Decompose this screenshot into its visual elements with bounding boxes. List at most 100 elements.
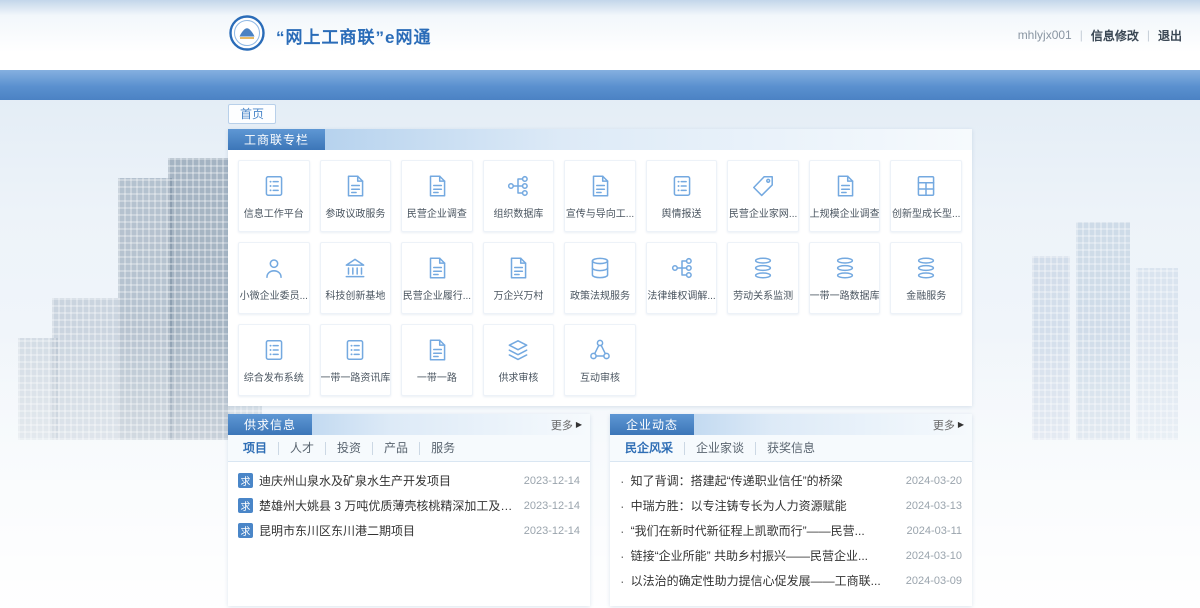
special-item[interactable]: 舆情报送 [646, 160, 718, 232]
supply-item[interactable]: 求昆明市东川区东川港二期项目2023-12-14 [238, 518, 580, 543]
bank-icon [342, 255, 368, 282]
special-item-label: 上规模企业调查 [810, 205, 880, 220]
org-nodes-icon [669, 255, 695, 282]
header-spacer [694, 414, 925, 435]
special-item[interactable]: 组织数据库 [483, 160, 555, 232]
supply-panel-header: 供求信息 更多 ▶ [228, 414, 590, 435]
doc-lines-icon [424, 255, 450, 282]
brand: “网上工商联”e网通 [228, 14, 431, 57]
logout-link[interactable]: 退出 [1158, 27, 1182, 44]
supply-panel-title: 供求信息 [228, 414, 312, 435]
separator: | [1080, 28, 1083, 42]
site-title: “网上工商联”e网通 [276, 23, 431, 48]
layers-icon [505, 337, 531, 364]
special-item[interactable]: 劳动关系监测 [727, 242, 799, 314]
special-item[interactable]: 政策法规服务 [564, 242, 636, 314]
user-area: mhlyjx001 | 信息修改 | 退出 [1018, 27, 1182, 44]
supply-more-link[interactable]: 更多 ▶ [543, 414, 590, 435]
special-item-label: 组织数据库 [493, 205, 543, 220]
bullet-icon: · [620, 474, 625, 488]
doc-lines-icon [505, 255, 531, 282]
news-item-date: 2024-03-11 [907, 525, 962, 537]
news-tab-0[interactable]: 民企风采 [614, 442, 685, 455]
special-panel-title: 工商联专栏 [228, 129, 325, 150]
special-item[interactable]: 万企兴万村 [483, 242, 555, 314]
special-panel-header: 工商联专栏 [228, 129, 972, 150]
demand-type-badge: 求 [238, 473, 253, 488]
special-item[interactable]: 民营企业履行... [401, 242, 473, 314]
bullet-icon: · [620, 549, 625, 563]
demand-type-badge: 求 [238, 498, 253, 513]
news-panel-title: 企业动态 [610, 414, 694, 435]
special-item[interactable]: 法律维权调解... [646, 242, 718, 314]
news-item[interactable]: ·“我们在新时代新征程上凯歌而行”——民营...2024-03-11 [620, 518, 962, 543]
special-item-label: 创新型成长型... [892, 205, 960, 220]
news-item[interactable]: ·以法治的确定性助力提信心促发展——工商联...2024-03-09 [620, 568, 962, 593]
panel-enterprise-news: 企业动态 更多 ▶ 民企风采企业家谈获奖信息 ·知了背调：搭建起“传递职业信任”… [610, 414, 972, 606]
supply-tab-2[interactable]: 投资 [326, 442, 373, 455]
supply-item-title: 迪庆州山泉水及矿泉水生产开发项目 [259, 472, 516, 489]
supply-tab-4[interactable]: 服务 [420, 442, 466, 455]
news-more-link[interactable]: 更多 ▶ [925, 414, 972, 435]
special-item[interactable]: 小微企业委员... [238, 242, 310, 314]
special-item-label: 宣传与导向工... [566, 205, 634, 220]
supply-item-date: 2023-12-14 [524, 475, 580, 487]
link-nodes-icon [587, 337, 613, 364]
news-item[interactable]: ·中瑞方胜：以专注铸专长为人力资源赋能2024-03-13 [620, 493, 962, 518]
special-item[interactable]: 民营企业家网... [727, 160, 799, 232]
special-item[interactable]: 宣传与导向工... [564, 160, 636, 232]
special-item[interactable]: 供求审核 [483, 324, 555, 396]
news-tab-1[interactable]: 企业家谈 [685, 442, 756, 455]
supply-tab-0[interactable]: 项目 [232, 442, 279, 455]
special-item[interactable]: 科技创新基地 [320, 242, 392, 314]
tab-home[interactable]: 首页 [228, 104, 276, 124]
special-item[interactable]: 民营企业调查 [401, 160, 473, 232]
special-item-label: 政策法规服务 [570, 287, 630, 302]
tag-icon [750, 173, 776, 200]
special-item-label: 金融服务 [906, 287, 946, 302]
special-item-label: 小微企业委员... [240, 287, 308, 302]
supply-item[interactable]: 求迪庆州山泉水及矿泉水生产开发项目 2023-12-14 [238, 468, 580, 493]
supply-item[interactable]: 求楚雄州大姚县 3 万吨优质薄壳核桃精深加工及科...2023-12-14 [238, 493, 580, 518]
top-header: “网上工商联”e网通 mhlyjx001 | 信息修改 | 退出 [0, 0, 1200, 70]
news-tab-2[interactable]: 获奖信息 [756, 442, 826, 455]
news-item[interactable]: ·知了背调：搭建起“传递职业信任”的桥梁2024-03-20 [620, 468, 962, 493]
panel-supply-demand: 供求信息 更多 ▶ 项目人才投资产品服务 求迪庆州山泉水及矿泉水生产开发项目 20… [228, 414, 590, 606]
doc-lines-icon [424, 173, 450, 200]
coins-icon [750, 255, 776, 282]
special-item-label: 民营企业履行... [403, 287, 471, 302]
supply-item-date: 2023-12-14 [524, 525, 580, 537]
special-item[interactable]: 一带一路 [401, 324, 473, 396]
main-nav-bar [0, 70, 1200, 100]
news-panel-header: 企业动态 更多 ▶ [610, 414, 972, 435]
special-item[interactable]: 金融服务 [890, 242, 962, 314]
news-item-title: 中瑞方胜：以专注铸专长为人力资源赋能 [631, 497, 898, 514]
supply-tabs: 项目人才投资产品服务 [228, 435, 590, 462]
news-item[interactable]: ·链接“企业所能” 共助乡村振兴——民营企业...2024-03-10 [620, 543, 962, 568]
doc-lines-icon [424, 337, 450, 364]
special-item[interactable]: 互动审核 [564, 324, 636, 396]
special-item[interactable]: 一带一路资讯库 [320, 324, 392, 396]
clipboard-list-icon [669, 173, 695, 200]
special-item-label: 综合发布系统 [244, 369, 304, 384]
clipboard-list-icon [261, 337, 287, 364]
supply-tab-3[interactable]: 产品 [373, 442, 420, 455]
special-item[interactable]: 上规模企业调查 [809, 160, 881, 232]
coins-icon [913, 255, 939, 282]
separator: | [1147, 28, 1150, 42]
panel-special-column: 工商联专栏 信息工作平台 参政议政服务 民营企业调查组织数据库 宣传与导向工... 舆情… [228, 129, 972, 406]
special-item-label: 民营企业家网... [729, 205, 797, 220]
edit-info-link[interactable]: 信息修改 [1091, 27, 1139, 44]
news-item-date: 2024-03-13 [906, 500, 962, 512]
special-item[interactable]: 综合发布系统 [238, 324, 310, 396]
supply-tab-1[interactable]: 人才 [279, 442, 326, 455]
special-item[interactable]: 参政议政服务 [320, 160, 392, 232]
special-item-label: 信息工作平台 [244, 205, 304, 220]
special-item[interactable]: 信息工作平台 [238, 160, 310, 232]
more-arrow-icon: ▶ [958, 420, 964, 429]
doc-form-icon [913, 173, 939, 200]
bullet-icon: · [620, 574, 625, 588]
special-item[interactable]: 一带一路数据库 [809, 242, 881, 314]
special-item-label: 参政议政服务 [325, 205, 385, 220]
special-item[interactable]: 创新型成长型... [890, 160, 962, 232]
